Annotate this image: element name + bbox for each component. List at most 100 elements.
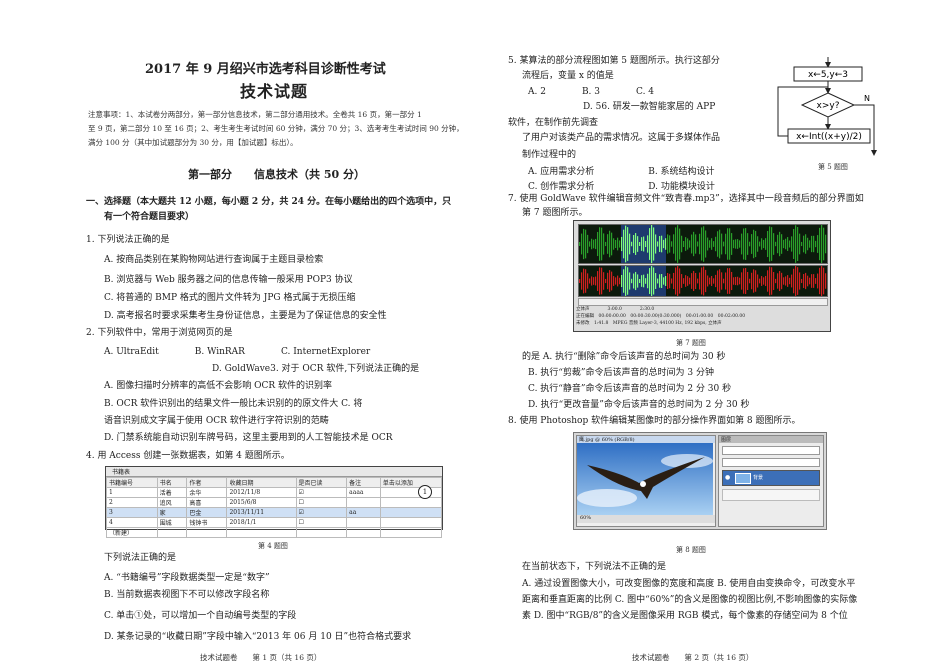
photoshop-zoom[interactable]: 60% (577, 515, 715, 523)
waveform-bar (779, 231, 781, 257)
column-header[interactable]: 备注 (346, 477, 381, 488)
waveform-bar (715, 274, 717, 288)
waveform-bar (821, 265, 823, 297)
waveform-bar (741, 233, 743, 255)
eye-icon[interactable]: ● (725, 474, 730, 481)
table-cell[interactable]: 追风 (156, 497, 188, 508)
q5-option-d-q6-stem: D. 56. 研发一款智能家居的 APP (583, 102, 716, 112)
waveform-bar (639, 278, 641, 284)
table-row[interactable]: 3 家巴金 2013/11/11 ☑ aa (106, 507, 443, 518)
waveform-bar (597, 271, 599, 291)
layers-blend-row[interactable] (722, 446, 820, 455)
table-cell[interactable]: ☐ (295, 497, 348, 508)
layers-lock-row[interactable] (722, 458, 820, 467)
waveform-bar (623, 229, 625, 259)
table-cell[interactable] (379, 517, 443, 528)
waveform-bar (803, 235, 805, 253)
waveform-bar (661, 235, 663, 253)
table-cell[interactable]: 3 (106, 507, 158, 518)
waveform-bar (757, 236, 759, 252)
table-cell[interactable]: 钱钟书 (186, 517, 228, 528)
waveform-bar (793, 268, 795, 294)
waveform-bar (615, 239, 617, 249)
table-cell[interactable]: 2018/1/1 (226, 517, 297, 528)
table-cell[interactable] (226, 527, 297, 538)
table-cell[interactable] (186, 527, 228, 538)
waveform-bar (657, 278, 659, 284)
add-field-marker[interactable]: 1 (418, 485, 432, 499)
q1-stem: 1. 下列说法正确的是 (86, 235, 170, 245)
table-cell[interactable] (379, 487, 443, 498)
waveform-bar (643, 274, 645, 288)
column-header[interactable]: 书名 (156, 477, 188, 488)
waveform-bar (811, 274, 813, 288)
table-cell[interactable]: 围城 (156, 517, 188, 528)
table-cell[interactable]: 高喜 (186, 497, 228, 508)
table-cell[interactable]: 巴金 (186, 507, 228, 518)
table-cell[interactable]: 1 (106, 487, 158, 498)
table-cell[interactable]: 2012/11/8 (226, 487, 297, 498)
table-cell[interactable]: aa (346, 507, 381, 518)
table-cell[interactable]: 余华 (186, 487, 228, 498)
q4-option-c: C. 单击①处，可以增加一个自动编号类型的字段 (104, 611, 297, 621)
q7-option-b: B. 执行“剪裁”命令后该声音的总时间为 3 分钟 (528, 368, 714, 378)
waveform-bar (599, 227, 601, 261)
table-cell[interactable] (346, 497, 381, 508)
table-cell[interactable] (346, 527, 381, 538)
table-row[interactable]: 2 追风 高喜 2015/6/8 ☐ (106, 497, 443, 508)
table-cell[interactable]: ☑ (295, 507, 348, 518)
table-row[interactable]: 4 围城 钱钟书 2018/1/1 ☐ (106, 517, 443, 528)
table-cell[interactable]: 活着 (156, 487, 188, 498)
exam-title: 2017 年 9 月绍兴市选考科目诊断性考试 (145, 62, 386, 77)
waveform-bar (729, 268, 731, 294)
column-header[interactable]: 作者 (186, 477, 228, 488)
table-cell[interactable] (295, 527, 348, 538)
waveform-bar (789, 240, 791, 248)
waveform-bar (627, 267, 629, 295)
waveform-bar (813, 235, 815, 253)
column-header[interactable]: 书籍编号 (106, 477, 158, 488)
waveform-bar (767, 230, 769, 258)
table-cell[interactable]: （新建） (106, 527, 158, 538)
waveform-bar (777, 273, 779, 289)
table-cell[interactable] (346, 517, 381, 528)
waveform-bar (681, 235, 683, 253)
table-row[interactable]: 1 活着 余华 2012/11/8 ☑ aaaa (106, 487, 443, 498)
notes-line-3: 满分 100 分（其中加试题部分为 30 分，用【加试题】标出）。 (88, 138, 298, 147)
waveform-bar (777, 234, 779, 254)
table-cell[interactable]: 家 (156, 507, 188, 518)
goldwave-timeline[interactable] (578, 298, 828, 306)
waveform-bar (645, 278, 647, 284)
waveform-bar (635, 233, 637, 255)
waveform-bar (823, 267, 825, 295)
table-cell[interactable]: ☐ (295, 517, 348, 528)
layers-panel-title[interactable]: 图层 (719, 436, 823, 443)
column-header[interactable]: 单击以添加 (379, 477, 443, 488)
table-row[interactable]: （新建） (106, 527, 443, 538)
waveform-bar (787, 237, 789, 251)
table-cell[interactable] (379, 507, 443, 518)
q7-stem-cont: 第 7 题图所示。 (522, 208, 588, 218)
table-cell[interactable]: ☑ (295, 487, 348, 498)
table-cell[interactable] (379, 497, 443, 508)
photoshop-doc-window[interactable]: 鹰.jpg @ 60% (RGB/8) 60% (576, 435, 716, 527)
waveform-bar (655, 234, 657, 254)
q8-option-ab: A. 通过设置图像大小，可改变图像的宽度和高度 B. 使用自由变换命令，可改变水… (522, 579, 856, 589)
table-cell[interactable]: 4 (106, 517, 158, 528)
column-header[interactable]: 收藏日期 (226, 477, 297, 488)
table-cell[interactable] (156, 527, 188, 538)
waveform-bar (773, 233, 775, 255)
flowchart-init-text: x←5,y←3 (808, 70, 848, 80)
table-cell[interactable]: 2015/6/8 (226, 497, 297, 508)
waveform-bar (727, 228, 729, 260)
table-cell[interactable]: 2 (106, 497, 158, 508)
layer-row-background[interactable]: ● 背景 (722, 470, 820, 486)
q4-option-a: A. “书籍编号”字段数据类型一定是“数字” (104, 573, 270, 583)
waveform-bar (745, 228, 747, 260)
access-table-tab[interactable]: 书籍表 (106, 467, 442, 477)
column-header[interactable]: 是否已读 (295, 477, 348, 488)
q6-options-cd: C. 创作需求分析 D. 功能模块设计 (528, 182, 715, 192)
table-cell[interactable]: aaaa (346, 487, 381, 498)
table-cell[interactable] (379, 527, 443, 538)
table-cell[interactable]: 2013/11/11 (226, 507, 297, 518)
